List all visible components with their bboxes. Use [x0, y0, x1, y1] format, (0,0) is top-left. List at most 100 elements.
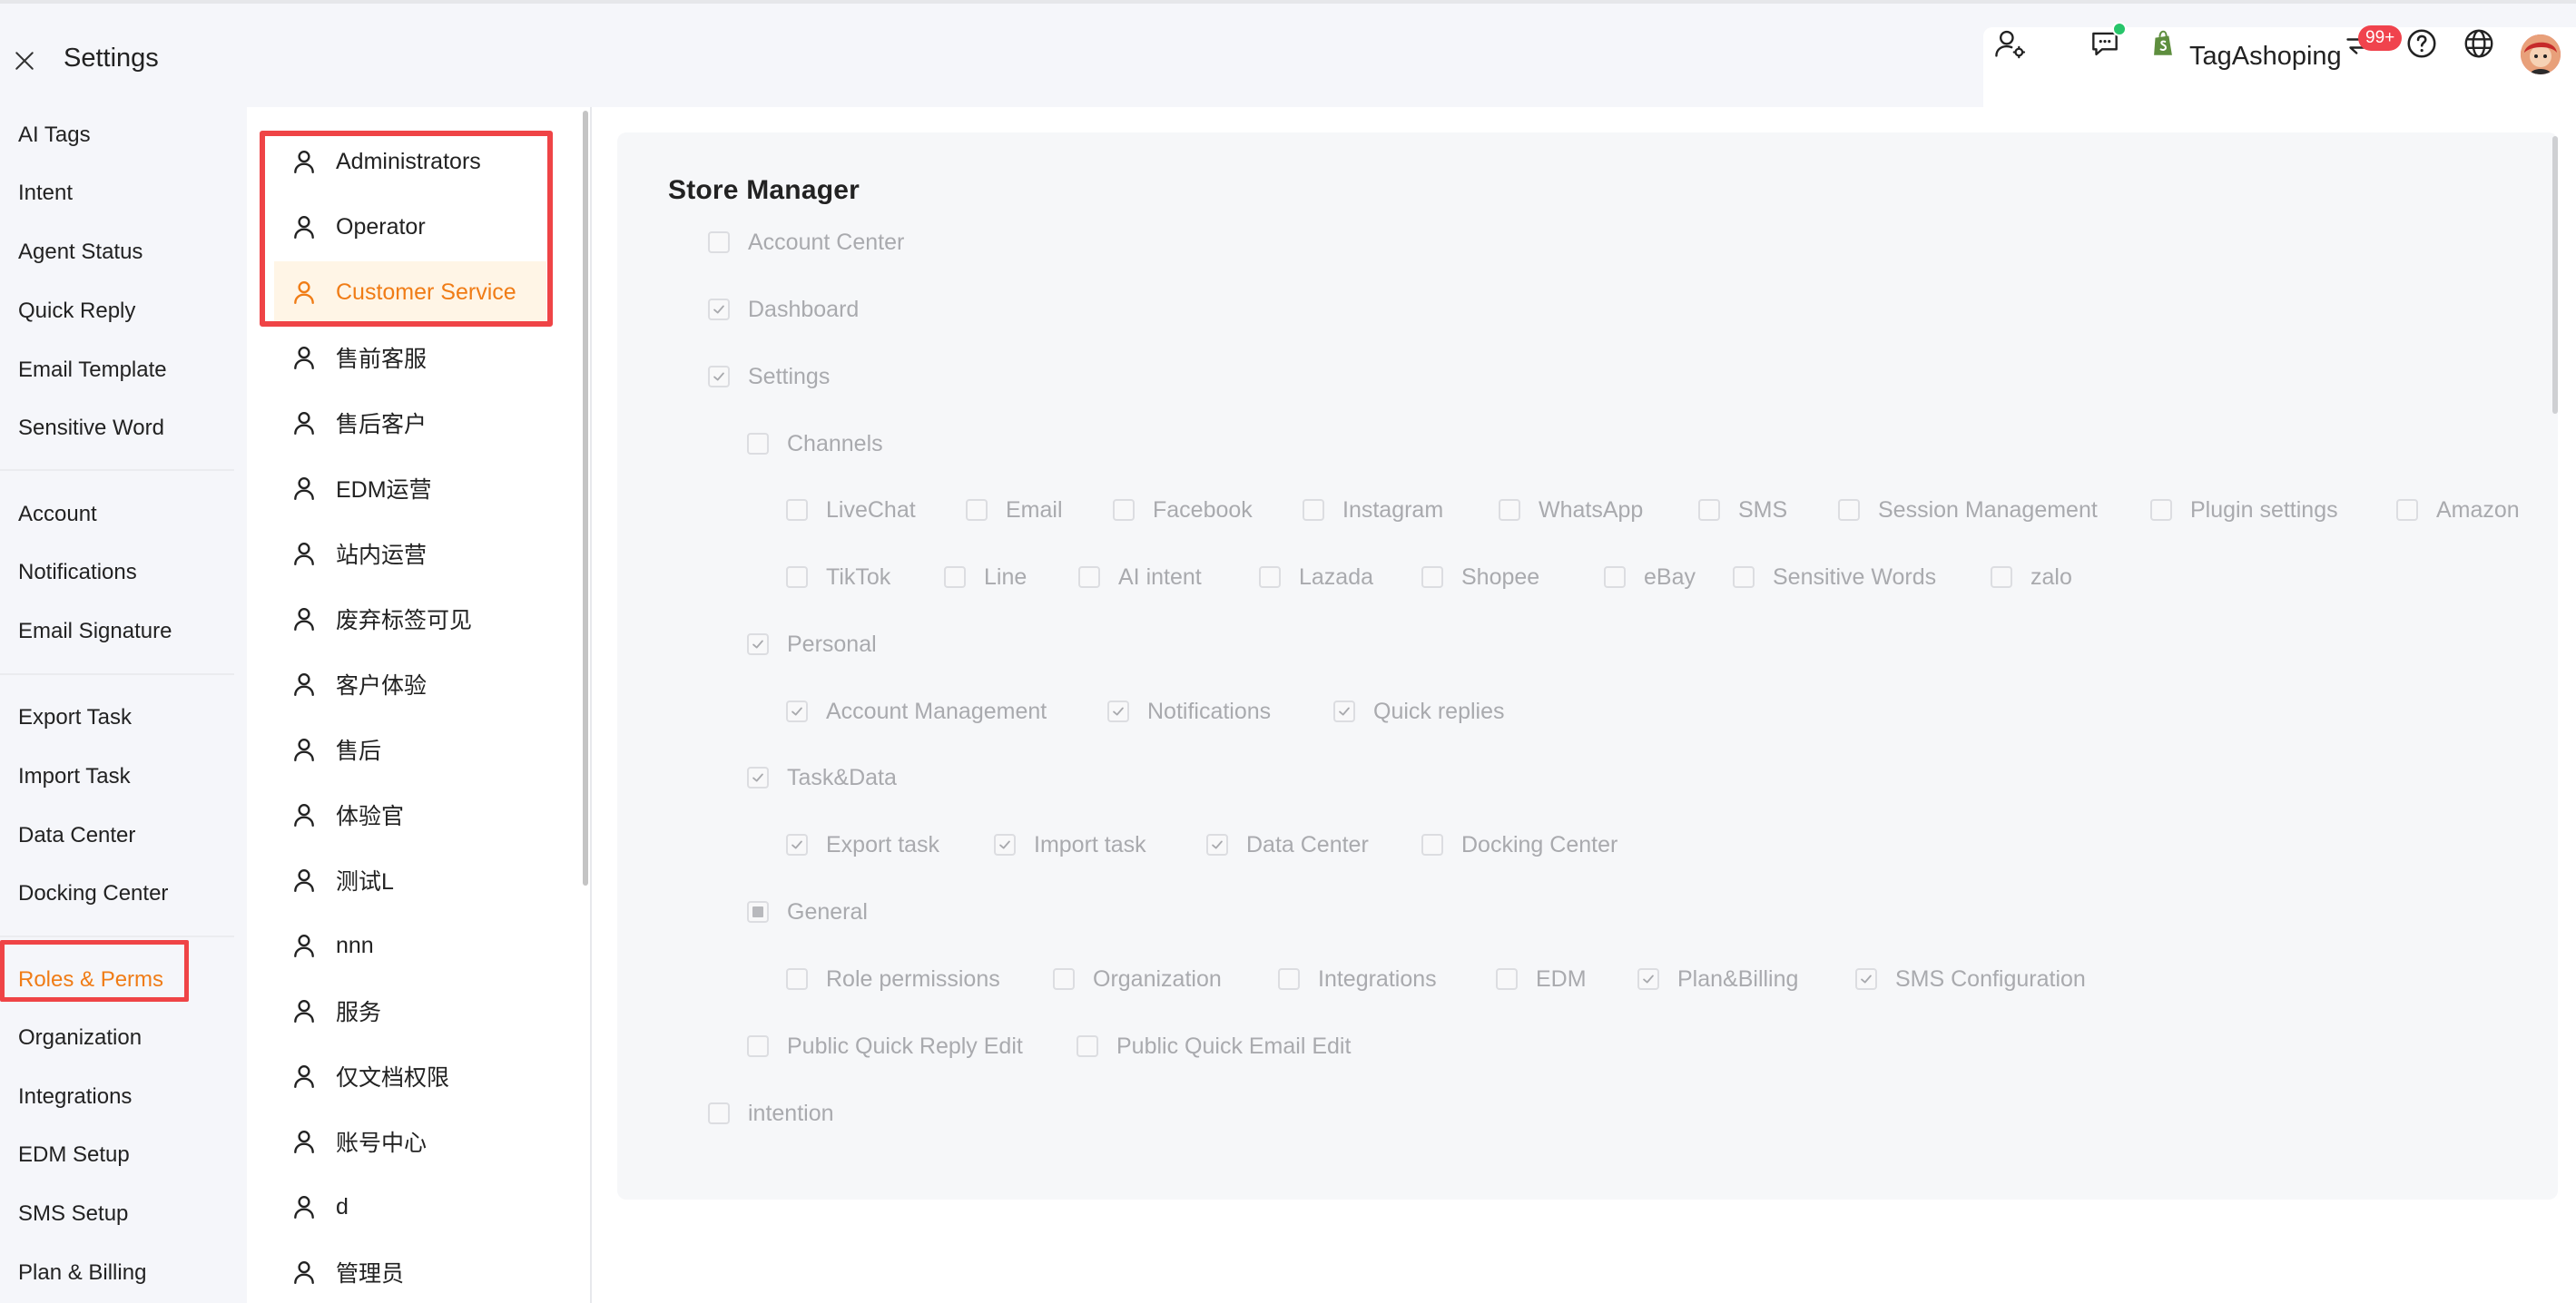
nav-item-integrations[interactable]: Integrations — [18, 1082, 132, 1112]
role-item[interactable]: 体验官 — [274, 784, 546, 846]
permission-option[interactable]: Settings — [708, 363, 830, 390]
permission-option[interactable]: Shopee — [1421, 563, 1539, 591]
checkbox-unchecked[interactable] — [708, 1102, 730, 1124]
permission-option[interactable]: Line — [944, 563, 1027, 591]
shopify-store-button[interactable] — [2148, 24, 2178, 64]
nav-item-ai-tags[interactable]: AI Tags — [18, 120, 91, 151]
nav-item-account[interactable]: Account — [18, 499, 97, 530]
permission-option[interactable]: Public Quick Reply Edit — [747, 1033, 1023, 1060]
checkbox-checked[interactable] — [1107, 700, 1129, 722]
checkbox-unchecked[interactable] — [1053, 968, 1075, 990]
role-item[interactable]: 售后 — [274, 719, 546, 780]
help-button[interactable] — [2404, 24, 2440, 64]
checkbox-unchecked[interactable] — [1698, 499, 1720, 521]
permission-option[interactable]: Notifications — [1107, 698, 1271, 725]
chat-button[interactable] — [2085, 22, 2127, 64]
checkbox-checked[interactable] — [1206, 834, 1228, 856]
nav-item-docking-center[interactable]: Docking Center — [18, 878, 168, 909]
close-button[interactable] — [4, 40, 45, 82]
permission-option[interactable]: Organization — [1053, 965, 1222, 993]
checkbox-checked[interactable] — [708, 299, 730, 320]
nav-item-export-task[interactable]: Export Task — [18, 702, 132, 733]
permission-option[interactable]: EDM — [1496, 965, 1587, 993]
checkbox-unchecked[interactable] — [1499, 499, 1520, 521]
permission-option[interactable]: Data Center — [1206, 831, 1369, 858]
nav-item-organization[interactable]: Organization — [18, 1023, 142, 1053]
checkbox-checked[interactable] — [994, 834, 1016, 856]
nav-item-email-template[interactable]: Email Template — [18, 355, 167, 386]
checkbox-unchecked[interactable] — [747, 1035, 769, 1057]
checkbox-unchecked[interactable] — [1604, 566, 1626, 588]
checkbox-unchecked[interactable] — [1113, 499, 1135, 521]
checkbox-unchecked[interactable] — [1733, 566, 1755, 588]
role-item[interactable]: 废弃标签可见 — [274, 588, 546, 650]
checkbox-checked[interactable] — [708, 366, 730, 387]
permission-option[interactable]: AI intent — [1078, 563, 1202, 591]
permission-option[interactable]: Public Quick Email Edit — [1077, 1033, 1351, 1060]
permission-option[interactable]: Quick replies — [1333, 698, 1505, 725]
role-item[interactable]: 账号中心 — [274, 1111, 546, 1172]
checkbox-unchecked[interactable] — [966, 499, 988, 521]
permission-option[interactable]: Channels — [747, 430, 883, 457]
permission-option[interactable]: Account Center — [708, 229, 904, 256]
checkbox-unchecked[interactable] — [786, 968, 808, 990]
nav-item-edm-setup[interactable]: EDM Setup — [18, 1140, 130, 1171]
role-item[interactable]: 测试L — [274, 849, 546, 911]
checkbox-checked[interactable] — [1333, 700, 1355, 722]
checkbox-checked[interactable] — [747, 633, 769, 655]
permission-option[interactable]: Facebook — [1113, 496, 1253, 524]
nav-item-sms-setup[interactable]: SMS Setup — [18, 1199, 128, 1230]
role-item[interactable]: d — [274, 1176, 546, 1238]
checkbox-checked[interactable] — [747, 767, 769, 789]
role-item[interactable]: EDM运营 — [274, 457, 546, 519]
permissions-scrollbar[interactable] — [2552, 136, 2558, 414]
checkbox-checked[interactable] — [786, 834, 808, 856]
checkbox-unchecked[interactable] — [1838, 499, 1860, 521]
permission-option[interactable]: Lazada — [1259, 563, 1373, 591]
nav-item-agent-status[interactable]: Agent Status — [18, 237, 143, 268]
role-item[interactable]: 管理员 — [274, 1241, 546, 1303]
permission-option[interactable]: Role permissions — [786, 965, 1000, 993]
checkbox-checked[interactable] — [786, 700, 808, 722]
permission-option[interactable]: Sensitive Words — [1733, 563, 1936, 591]
nav-item-notifications[interactable]: Notifications — [18, 557, 137, 588]
permission-option[interactable]: SMS Configuration — [1855, 965, 2086, 993]
user-settings-button[interactable] — [1990, 24, 2030, 64]
checkbox-unchecked[interactable] — [2150, 499, 2172, 521]
permission-option[interactable]: General — [747, 898, 868, 926]
permission-option[interactable]: TikTok — [786, 563, 890, 591]
checkbox-unchecked[interactable] — [1259, 566, 1281, 588]
permission-option[interactable]: Task&Data — [747, 764, 897, 791]
role-item[interactable]: 售前客服 — [274, 327, 546, 388]
permission-option[interactable]: Plan&Billing — [1637, 965, 1798, 993]
checkbox-unchecked[interactable] — [786, 499, 808, 521]
permission-option[interactable]: Instagram — [1303, 496, 1443, 524]
checkbox-unchecked[interactable] — [1078, 566, 1100, 588]
role-item[interactable]: 售后客户 — [274, 392, 546, 454]
permission-option[interactable]: LiveChat — [786, 496, 916, 524]
permission-option[interactable]: Docking Center — [1421, 831, 1617, 858]
checkbox-unchecked[interactable] — [747, 433, 769, 455]
permission-option[interactable]: zalo — [1991, 563, 2072, 591]
permission-option[interactable]: Personal — [747, 631, 877, 658]
permission-option[interactable]: Export task — [786, 831, 939, 858]
nav-item-import-task[interactable]: Import Task — [18, 761, 131, 792]
checkbox-unchecked[interactable] — [708, 231, 730, 253]
permission-option[interactable]: Email — [966, 496, 1063, 524]
store-name[interactable]: TagAshoping — [2189, 36, 2342, 76]
permission-option[interactable]: intention — [708, 1100, 834, 1127]
role-item[interactable]: nnn — [274, 915, 546, 976]
checkbox-unchecked[interactable] — [1303, 499, 1324, 521]
checkbox-unchecked[interactable] — [1077, 1035, 1098, 1057]
checkbox-unchecked[interactable] — [786, 566, 808, 588]
nav-item-quick-reply[interactable]: Quick Reply — [18, 296, 135, 327]
permission-option[interactable]: Integrations — [1278, 965, 1437, 993]
permission-option[interactable]: WhatsApp — [1499, 496, 1643, 524]
checkbox-unchecked[interactable] — [1421, 566, 1443, 588]
language-button[interactable] — [2460, 24, 2498, 64]
checkbox-unchecked[interactable] — [1278, 968, 1300, 990]
permission-option[interactable]: Amazon — [2396, 496, 2520, 524]
checkbox-checked[interactable] — [1637, 968, 1659, 990]
permission-option[interactable]: eBay — [1604, 563, 1696, 591]
permission-option[interactable]: SMS — [1698, 496, 1787, 524]
